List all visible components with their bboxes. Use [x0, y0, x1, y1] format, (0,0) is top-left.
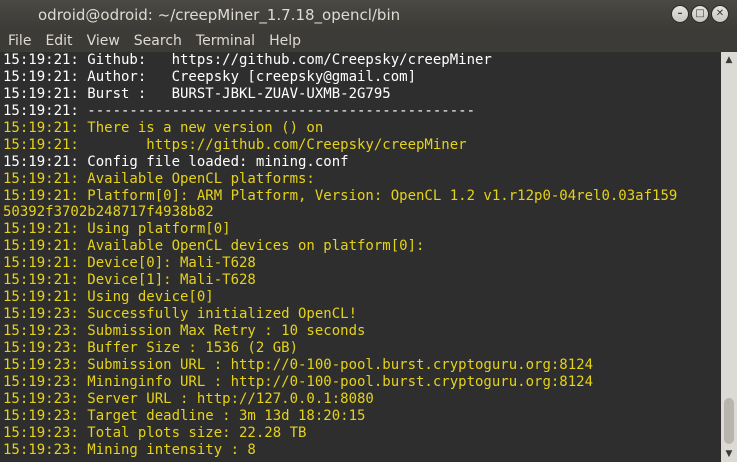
terminal-lines: 15:19:21: Github: https://github.com/Cre… — [3, 52, 677, 459]
terminal-line: 15:19:23: Buffer Size : 1536 (2 GB) — [3, 339, 299, 356]
terminal-line: 15:19:21: Available OpenCL platforms: — [3, 170, 315, 187]
window-title: odroid@odroid: ~/creepMiner_1.7.18_openc… — [38, 6, 401, 24]
terminal-line: 15:19:21: Device[1]: Mali-T628 — [3, 272, 256, 289]
menu-bar: File Edit View Search Terminal Help — [0, 30, 737, 52]
terminal-line: 15:19:21: Config file loaded: mining.con… — [3, 153, 349, 170]
terminal-output[interactable]: 15:19:21: Github: https://github.com/Cre… — [0, 52, 721, 462]
terminal-line: 15:19:23: Submission URL : http://0-100-… — [3, 356, 594, 373]
terminal-line: 15:19:23: Successfully initialized OpenC… — [3, 306, 358, 323]
terminal-line: 15:19:21: Using platform[0] — [3, 221, 231, 238]
menu-help[interactable]: Help — [261, 31, 301, 51]
terminal-line: 15:19:23: Mining intensity : 8 — [3, 441, 256, 458]
menu-view[interactable]: View — [79, 31, 120, 51]
menu-file[interactable]: File — [0, 31, 31, 51]
terminal-line: 50392f3702b248717f4938b82 — [3, 204, 214, 221]
minimize-button[interactable]: – — [671, 5, 689, 23]
scrollbar-thumb[interactable] — [724, 398, 734, 444]
menu-search[interactable]: Search — [126, 31, 182, 51]
terminal-line: 15:19:21: Burst : BURST-JBKL-ZUAV-UXMB-2… — [3, 85, 391, 102]
terminal-line: 15:19:21: Using device[0] — [3, 289, 214, 306]
window-controls: – □ ✕ — [671, 5, 729, 23]
scroll-up-arrow-icon[interactable]: ▲ — [721, 52, 737, 68]
terminal-line: 15:19:21: https://github.com/Creepsky/cr… — [3, 136, 467, 153]
scroll-down-arrow-icon[interactable]: ▼ — [721, 446, 737, 462]
terminal-line: 15:19:21: Platform[0]: ARM Platform, Ver… — [3, 187, 678, 204]
terminal-line: 15:19:23: Mininginfo URL : http://0-100-… — [3, 373, 594, 390]
close-button[interactable]: ✕ — [711, 5, 729, 23]
menu-edit[interactable]: Edit — [37, 31, 72, 51]
terminal-line: 15:19:21: ------------------------------… — [3, 102, 476, 119]
menu-terminal[interactable]: Terminal — [188, 31, 255, 51]
terminal-line: 15:19:21: Github: https://github.com/Cre… — [3, 52, 492, 68]
terminal-line: 15:19:21: Available OpenCL devices on pl… — [3, 238, 425, 255]
terminal-line: 15:19:23: Server URL : http://127.0.0.1:… — [3, 390, 374, 407]
terminal-line: 15:19:21: Author: Creepsky [creepsky@gma… — [3, 68, 417, 85]
terminal-line: 15:19:23: Target deadline : 3m 13d 18:20… — [3, 407, 366, 424]
terminal-line: 15:19:21: There is a new version () on — [3, 119, 324, 136]
terminal-window: odroid@odroid: ~/creepMiner_1.7.18_openc… — [0, 0, 737, 462]
terminal-line: 15:19:23: Total plots size: 22.28 TB — [3, 424, 307, 441]
terminal-line: 15:19:21: Device[0]: Mali-T628 — [3, 255, 256, 272]
vertical-scrollbar[interactable]: ▲ ▼ — [721, 52, 737, 462]
terminal-line: 15:19:23: Submission Max Retry : 10 seco… — [3, 323, 366, 339]
title-bar[interactable]: odroid@odroid: ~/creepMiner_1.7.18_openc… — [0, 0, 737, 30]
maximize-button[interactable]: □ — [691, 5, 709, 23]
